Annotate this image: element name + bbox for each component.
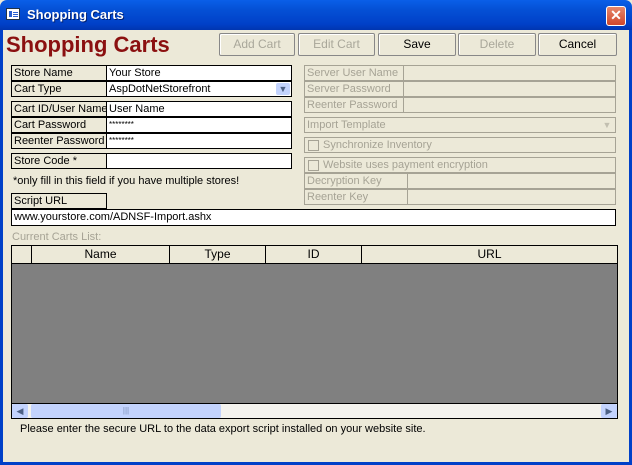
scrollbar-thumb[interactable]: ||| — [31, 404, 221, 418]
horizontal-scrollbar[interactable]: ◀ ||| ▶ — [11, 403, 618, 419]
status-text: Please enter the secure URL to the data … — [20, 423, 426, 435]
sync-inventory-label: Synchronize Inventory — [323, 139, 432, 151]
store-code-field[interactable] — [106, 153, 292, 169]
delete-button[interactable]: Delete — [458, 33, 536, 56]
reenter-key-field[interactable] — [407, 189, 616, 205]
cart-type-label: Cart Type — [11, 81, 107, 97]
cart-type-select[interactable]: AspDotNetStorefront ▼ — [106, 81, 292, 97]
close-button[interactable]: ✕ — [606, 6, 626, 26]
decryption-key-label: Decryption Key — [304, 173, 408, 189]
save-button[interactable]: Save — [378, 33, 456, 56]
column-header-id[interactable]: ID — [266, 246, 362, 264]
store-code-label: Store Code * — [11, 153, 107, 169]
cart-id-label: Cart ID/User Name — [11, 101, 107, 117]
column-header-name[interactable]: Name — [32, 246, 170, 264]
arrow-left-icon[interactable]: ◀ — [12, 404, 28, 418]
cancel-button[interactable]: Cancel — [538, 33, 617, 56]
server-reenter-password-label: Reenter Password — [304, 97, 404, 113]
title-bar: Shopping Carts ✕ — [0, 0, 632, 30]
reenter-password-field[interactable]: ******** — [106, 133, 292, 149]
server-reenter-password-field[interactable] — [403, 97, 616, 113]
sync-inventory-option[interactable]: Synchronize Inventory — [304, 137, 616, 153]
column-header-url[interactable]: URL — [362, 246, 617, 264]
server-user-field[interactable] — [403, 65, 616, 81]
cart-password-field[interactable]: ******** — [106, 117, 292, 133]
cart-type-value: AspDotNetStorefront — [109, 83, 211, 95]
import-template-select[interactable]: Import Template ▼ — [304, 117, 616, 133]
decryption-key-field[interactable] — [407, 173, 616, 189]
column-header-type[interactable]: Type — [170, 246, 266, 264]
edit-cart-button[interactable]: Edit Cart — [298, 33, 375, 56]
close-icon: ✕ — [610, 7, 622, 23]
reenter-key-label: Reenter Key — [304, 189, 408, 205]
script-url-label: Script URL — [11, 193, 107, 209]
page-title: Shopping Carts — [6, 32, 170, 57]
window-title: Shopping Carts — [27, 7, 124, 22]
row-selector-header — [12, 246, 32, 264]
arrow-right-icon[interactable]: ▶ — [601, 404, 617, 418]
import-template-label: Import Template — [307, 119, 386, 131]
reenter-password-label: Reenter Password — [11, 133, 107, 149]
encryption-label: Website uses payment encryption — [323, 159, 488, 171]
encryption-checkbox[interactable] — [308, 160, 319, 171]
server-password-field[interactable] — [403, 81, 616, 97]
server-user-label: Server User Name — [304, 65, 404, 81]
cart-password-label: Cart Password — [11, 117, 107, 133]
cart-id-field[interactable]: User Name — [106, 101, 292, 117]
store-name-label: Store Name — [11, 65, 107, 81]
server-password-label: Server Password — [304, 81, 404, 97]
form-icon — [6, 8, 20, 20]
add-cart-button[interactable]: Add Cart — [219, 33, 295, 56]
carts-list-label: Current Carts List: — [12, 231, 102, 243]
store-name-field[interactable]: Your Store — [106, 65, 292, 81]
sync-inventory-checkbox[interactable] — [308, 140, 319, 151]
chevron-down-icon[interactable]: ▼ — [276, 83, 290, 95]
store-code-note: *only fill in this field if you have mul… — [13, 175, 240, 187]
script-url-field[interactable]: www.yourstore.com/ADNSF-Import.ashx — [11, 209, 616, 226]
encryption-option[interactable]: Website uses payment encryption — [304, 157, 616, 173]
chevron-down-icon[interactable]: ▼ — [600, 119, 614, 131]
carts-list-grid[interactable]: Name Type ID URL — [11, 245, 618, 419]
